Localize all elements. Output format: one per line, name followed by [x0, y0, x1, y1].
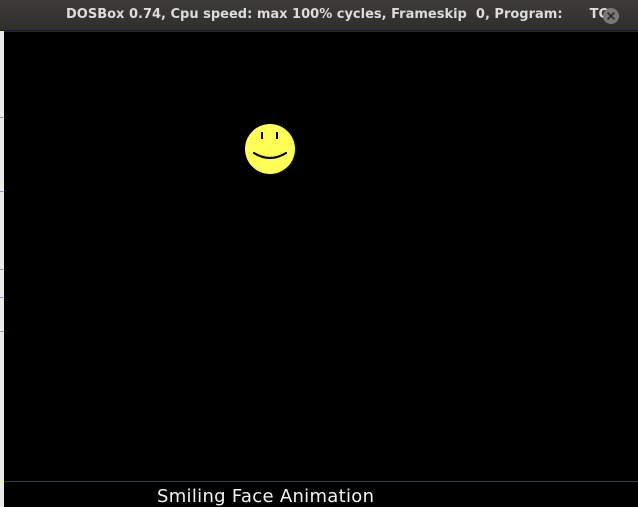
dosbox-window: DOSBox 0.74, Cpu speed: max 100% cycles,… [0, 0, 638, 507]
text-area-divider [4, 481, 638, 482]
title-bar[interactable]: DOSBox 0.74, Cpu speed: max 100% cycles,… [0, 0, 638, 31]
caption-text: Smiling Face Animation [157, 486, 375, 507]
close-button[interactable] [603, 8, 619, 24]
emulator-screen[interactable]: Smiling Face Animation [4, 31, 638, 507]
close-icon [607, 12, 615, 20]
window-title: DOSBox 0.74, Cpu speed: max 100% cycles,… [66, 7, 609, 22]
smiley-face-icon [245, 124, 295, 174]
